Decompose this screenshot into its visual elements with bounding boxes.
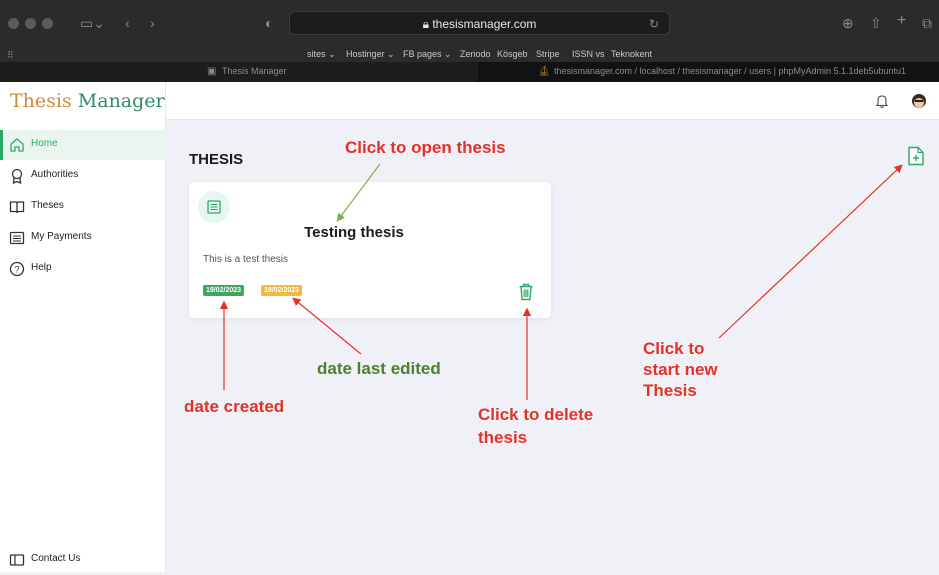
annotation-last-edited: date last edited	[317, 359, 441, 378]
annotation-arrows	[219, 163, 903, 400]
annotation-new-3: Thesis	[643, 381, 697, 400]
arrow-open-thesis	[336, 163, 381, 222]
annotation-new-2: start new	[643, 360, 718, 379]
annotation-open-thesis: Click to open thesis	[345, 138, 506, 157]
annotation-delete-1: Click to delete	[478, 405, 594, 424]
arrow-new-thesis	[718, 164, 903, 339]
arrow-last-edited	[292, 297, 362, 355]
annotation-new-1: Click to	[643, 339, 705, 358]
annotation-delete-2: thesis	[478, 428, 528, 447]
annotation-date-created: date created	[184, 397, 285, 416]
